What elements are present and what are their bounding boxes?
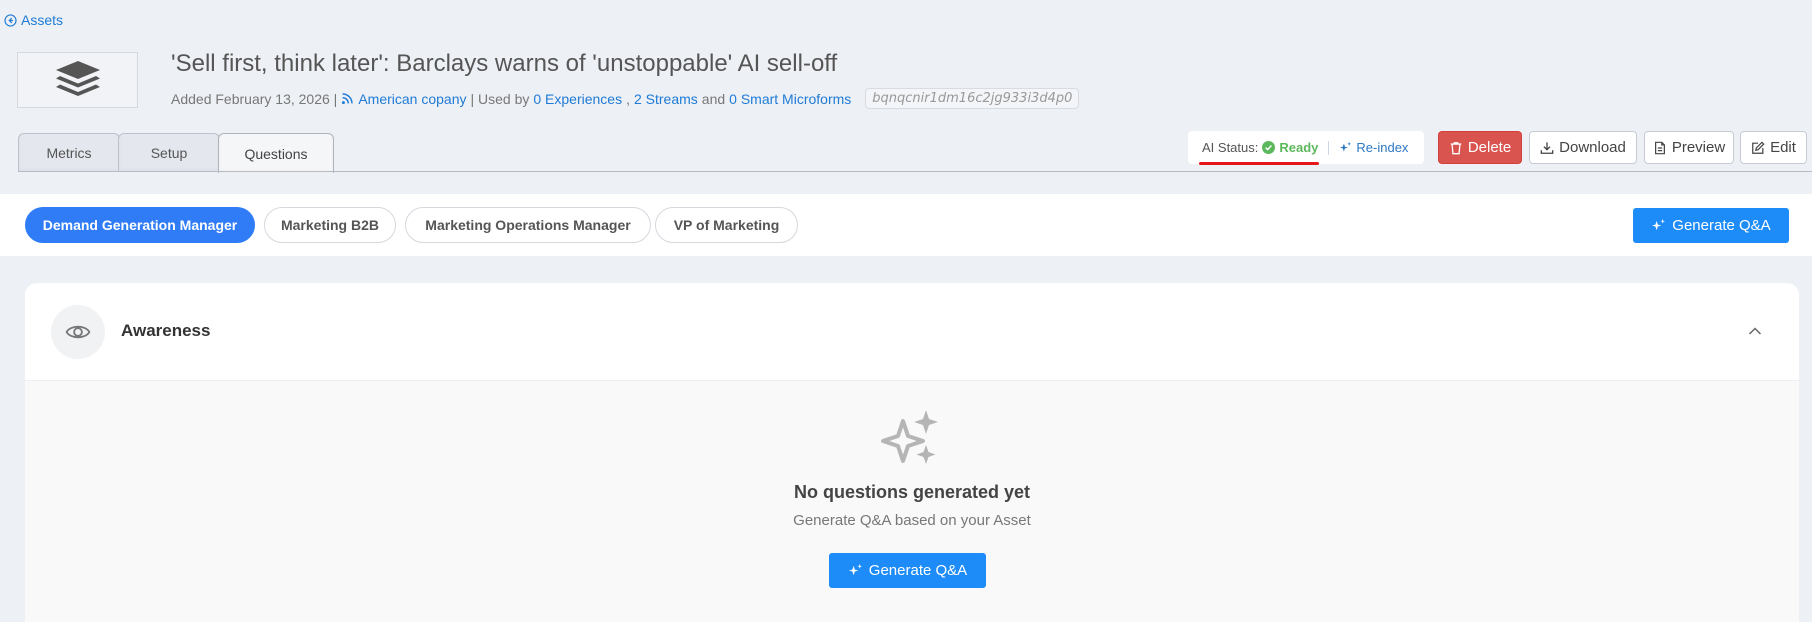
streams-link[interactable]: 2 Streams <box>634 91 698 107</box>
preview-label: Preview <box>1671 139 1726 156</box>
meta-comma: , <box>626 90 630 107</box>
experiences-link[interactable]: 0 Experiences <box>533 91 622 107</box>
delete-button[interactable]: Delete <box>1438 131 1522 164</box>
document-icon <box>1654 141 1665 154</box>
asset-title: 'Sell first, think later': Barclays warn… <box>171 50 838 77</box>
microforms-link[interactable]: 0 Smart Microforms <box>729 91 851 107</box>
arrow-left-circle-icon <box>4 13 17 27</box>
stage-header[interactable]: Awareness <box>25 283 1799 381</box>
stage-title: Awareness <box>121 321 211 340</box>
download-label: Download <box>1559 139 1626 156</box>
eye-icon <box>65 325 91 339</box>
edit-button[interactable]: Edit <box>1740 131 1807 164</box>
delete-label: Delete <box>1467 139 1512 156</box>
layers-icon <box>55 61 100 96</box>
ai-status-value: Ready <box>1262 140 1318 155</box>
tab-questions[interactable]: Questions <box>218 133 334 173</box>
persona-pill-marketing-operations-manager[interactable]: Marketing Operations Manager <box>405 207 651 243</box>
asset-id-badge: bqnqcnir1dm16c2jg933i3d4p0 <box>865 88 1080 109</box>
sparkles-icon <box>1340 141 1352 152</box>
stage-icon-container <box>51 305 105 359</box>
empty-state-title: No questions generated yet <box>793 482 1031 502</box>
trash-icon <box>1450 141 1462 154</box>
empty-state-generate-qa-label: Generate Q&A <box>868 562 968 579</box>
asset-tabs: Metrics Setup Questions <box>18 133 334 173</box>
highlight-underline <box>1199 162 1319 165</box>
back-link-label: Assets <box>21 12 64 28</box>
persona-pill-vp-of-marketing[interactable]: VP of Marketing <box>655 207 798 243</box>
sparkles-icon <box>881 410 938 464</box>
tabs-divider <box>18 171 1812 172</box>
tab-setup[interactable]: Setup <box>118 133 220 172</box>
check-circle-icon <box>1262 141 1276 154</box>
sparkles-icon <box>848 563 862 576</box>
asset-thumbnail <box>17 52 138 108</box>
rss-icon <box>342 93 354 105</box>
empty-state-subtitle: Generate Q&A based on your Asset <box>793 512 1031 529</box>
sparkles-icon <box>1652 218 1666 231</box>
empty-state: No questions generated yet Generate Q&A … <box>25 381 1799 622</box>
preview-button[interactable]: Preview <box>1644 131 1734 164</box>
chevron-up-icon[interactable] <box>1747 323 1763 339</box>
meta-and: and <box>701 90 726 107</box>
reindex-label: Re-index <box>1356 140 1409 155</box>
ai-status-panel: AI Status: Ready Re-index <box>1188 131 1424 164</box>
ai-status-separator <box>1328 140 1330 155</box>
stage-card-awareness: Awareness No questions generated yet Gen… <box>25 283 1799 622</box>
download-icon <box>1540 141 1554 154</box>
persona-bar: Demand Generation Manager Marketing B2B … <box>0 194 1812 256</box>
download-button[interactable]: Download <box>1529 131 1637 164</box>
source-link[interactable]: American copany <box>358 91 466 107</box>
tab-metrics[interactable]: Metrics <box>18 133 120 172</box>
edit-icon <box>1752 140 1765 154</box>
edit-label: Edit <box>1770 139 1796 156</box>
asset-meta: Added February 13, 2026 | American copan… <box>171 88 1080 109</box>
empty-state-generate-qa-button[interactable]: Generate Q&A <box>829 553 986 588</box>
ai-status-label: AI Status: <box>1202 140 1259 155</box>
added-date: Added February 13, 2026 | <box>171 90 338 107</box>
back-to-assets-link[interactable]: Assets <box>4 12 63 28</box>
used-by-label: | Used by <box>470 90 530 107</box>
generate-qa-label: Generate Q&A <box>1672 217 1771 234</box>
generate-qa-button[interactable]: Generate Q&A <box>1633 208 1789 243</box>
reindex-link[interactable]: Re-index <box>1339 140 1408 155</box>
persona-pill-demand-generation-manager[interactable]: Demand Generation Manager <box>25 207 255 243</box>
persona-pill-marketing-b2b[interactable]: Marketing B2B <box>264 207 396 243</box>
ai-status-ready-text: Ready <box>1279 140 1319 155</box>
